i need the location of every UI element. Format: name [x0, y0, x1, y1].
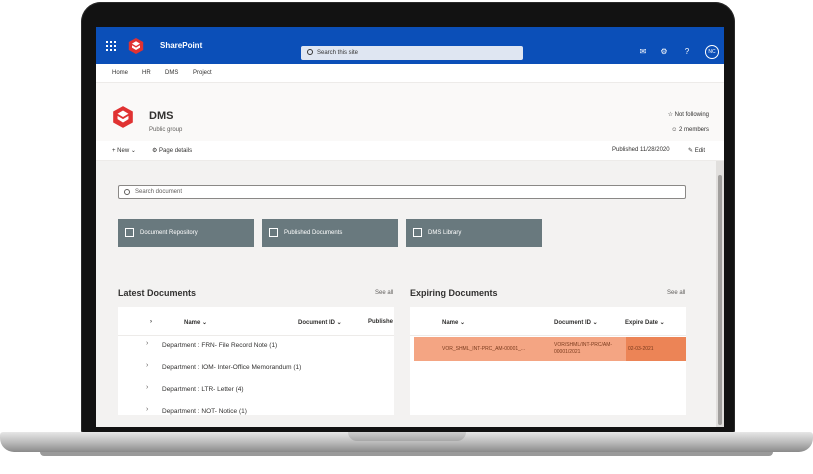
- expand-all-icon[interactable]: ›: [150, 319, 152, 325]
- col-document-id-label: Document ID: [298, 320, 336, 326]
- app-name[interactable]: SharePoint: [160, 41, 202, 50]
- group-row[interactable]: Department : LTR- Letter (4): [162, 386, 244, 393]
- megaphone-icon[interactable]: ✉: [637, 46, 649, 58]
- command-bar: + New ⌄ ⚙ Page details Published 11/28/2…: [96, 141, 724, 161]
- table-row[interactable]: VOR_SHML_INT-PRC_AM-00001_... VOR/SHML/I…: [414, 337, 686, 361]
- scrollbar-thumb[interactable]: [718, 175, 722, 425]
- document-search-input[interactable]: Search document: [118, 185, 686, 199]
- group-row[interactable]: Department : FRN- File Record Note (1): [162, 342, 277, 349]
- col-name[interactable]: Name ⌄: [442, 319, 465, 326]
- tile-dms-library[interactable]: DMS Library: [406, 219, 542, 247]
- document-search-placeholder: Search document: [135, 189, 183, 195]
- star-icon: ☆: [667, 112, 675, 118]
- chevron-down-icon: ⌄: [129, 148, 136, 154]
- search-icon: [124, 189, 130, 195]
- laptop-notch: [348, 432, 466, 441]
- edit-label: Edit: [694, 148, 706, 154]
- copy-icon: [269, 228, 278, 237]
- screen: SharePoint Search this site ✉ ⚙ ? NC Hom…: [96, 27, 724, 427]
- new-button[interactable]: + New ⌄: [112, 147, 136, 154]
- search-icon: [307, 49, 313, 55]
- laptop-mockup: SharePoint Search this site ✉ ⚙ ? NC Hom…: [0, 0, 813, 474]
- new-label: New: [117, 148, 130, 154]
- nav-item-home[interactable]: Home: [112, 70, 128, 76]
- nav-item-project[interactable]: Project: [193, 70, 212, 76]
- page-details-label: Page details: [159, 148, 193, 154]
- col-document-id-label: Document ID: [554, 320, 592, 326]
- latest-see-all-link[interactable]: See all: [375, 290, 393, 296]
- expire-date-cell: 02-03-2021: [626, 337, 686, 361]
- published-status: Published 11/28/2020: [612, 147, 670, 153]
- latest-documents-panel: › Name ⌄ Document ID ⌄ Publishe › Depart…: [118, 307, 394, 415]
- chevron-right-icon[interactable]: ›: [146, 340, 148, 347]
- expiring-see-all-link[interactable]: See all: [667, 290, 685, 296]
- site-search-input[interactable]: Search this site: [301, 46, 523, 60]
- gear-icon: ⚙: [152, 148, 160, 154]
- follow-label: Not following: [674, 112, 709, 118]
- members-label: 2 members: [678, 127, 709, 133]
- hub-navigation: Home HR DMS Project: [96, 64, 724, 83]
- header-divider: [410, 335, 686, 336]
- expiring-documents-title: Expiring Documents: [410, 288, 498, 298]
- nav-item-hr[interactable]: HR: [142, 70, 151, 76]
- header-divider: [118, 335, 394, 336]
- site-subtitle: Public group: [149, 127, 183, 133]
- col-document-id[interactable]: Document ID ⌄: [298, 319, 342, 326]
- page-canvas: Search document Document Repository Publ…: [96, 161, 716, 427]
- chevron-right-icon[interactable]: ›: [146, 406, 148, 413]
- expiring-documents-panel: Name ⌄ Document ID ⌄ Expire Date ⌄ VOR_S…: [410, 307, 686, 415]
- chevron-right-icon[interactable]: ›: [146, 362, 148, 369]
- tile-label: DMS Library: [428, 230, 462, 236]
- follow-button[interactable]: ☆ Not following: [668, 111, 709, 118]
- library-icon: [413, 228, 422, 237]
- page-scrollbar[interactable]: [716, 161, 724, 427]
- org-logo-icon: [128, 38, 144, 54]
- app-launcher-icon[interactable]: [106, 41, 116, 51]
- nav-item-dms[interactable]: DMS: [165, 70, 178, 76]
- doc-id: VOR/SHML/INT-PRC/AM-00001/2021: [554, 342, 613, 355]
- site-search-placeholder: Search this site: [317, 50, 359, 56]
- col-name-label: Name: [184, 320, 201, 326]
- edit-button[interactable]: ✎ Edit: [688, 147, 705, 154]
- site-logo-icon: [113, 106, 133, 128]
- suite-bar: SharePoint Search this site ✉ ⚙ ? NC: [96, 27, 724, 64]
- tile-published-documents[interactable]: Published Documents: [262, 219, 398, 247]
- expire-date: 02-03-2021: [628, 346, 654, 352]
- col-expire-date-label: Expire Date: [625, 320, 659, 326]
- tile-label: Published Documents: [284, 230, 343, 236]
- group-row[interactable]: Department : NOT- Notice (1): [162, 408, 247, 415]
- col-expire-date[interactable]: Expire Date ⌄: [625, 319, 665, 326]
- group-row[interactable]: Department : IOM- Inter-Office Memorandu…: [162, 364, 301, 371]
- tile-label: Document Repository: [140, 230, 198, 236]
- chevron-right-icon[interactable]: ›: [146, 384, 148, 391]
- col-name-label: Name: [442, 320, 459, 326]
- person-icon: ☺: [671, 127, 679, 133]
- laptop-shadow: [40, 452, 773, 456]
- col-published[interactable]: Publishe: [368, 319, 393, 325]
- col-name[interactable]: Name ⌄: [184, 319, 207, 326]
- avatar[interactable]: NC: [705, 45, 719, 59]
- page-details-button[interactable]: ⚙ Page details: [152, 147, 192, 154]
- latest-documents-title: Latest Documents: [118, 288, 197, 298]
- doc-name[interactable]: VOR_SHML_INT-PRC_AM-00001_...: [442, 346, 546, 352]
- gear-icon[interactable]: ⚙: [658, 46, 670, 58]
- pencil-icon: ✎: [688, 148, 695, 154]
- tile-document-repository[interactable]: Document Repository: [118, 219, 254, 247]
- col-document-id[interactable]: Document ID ⌄: [554, 319, 598, 326]
- site-title[interactable]: DMS: [149, 110, 173, 122]
- site-header: DMS Public group ☆ Not following ☺ 2 mem…: [96, 83, 724, 141]
- help-icon[interactable]: ?: [681, 46, 693, 58]
- document-icon: [125, 228, 134, 237]
- members-button[interactable]: ☺ 2 members: [671, 127, 709, 133]
